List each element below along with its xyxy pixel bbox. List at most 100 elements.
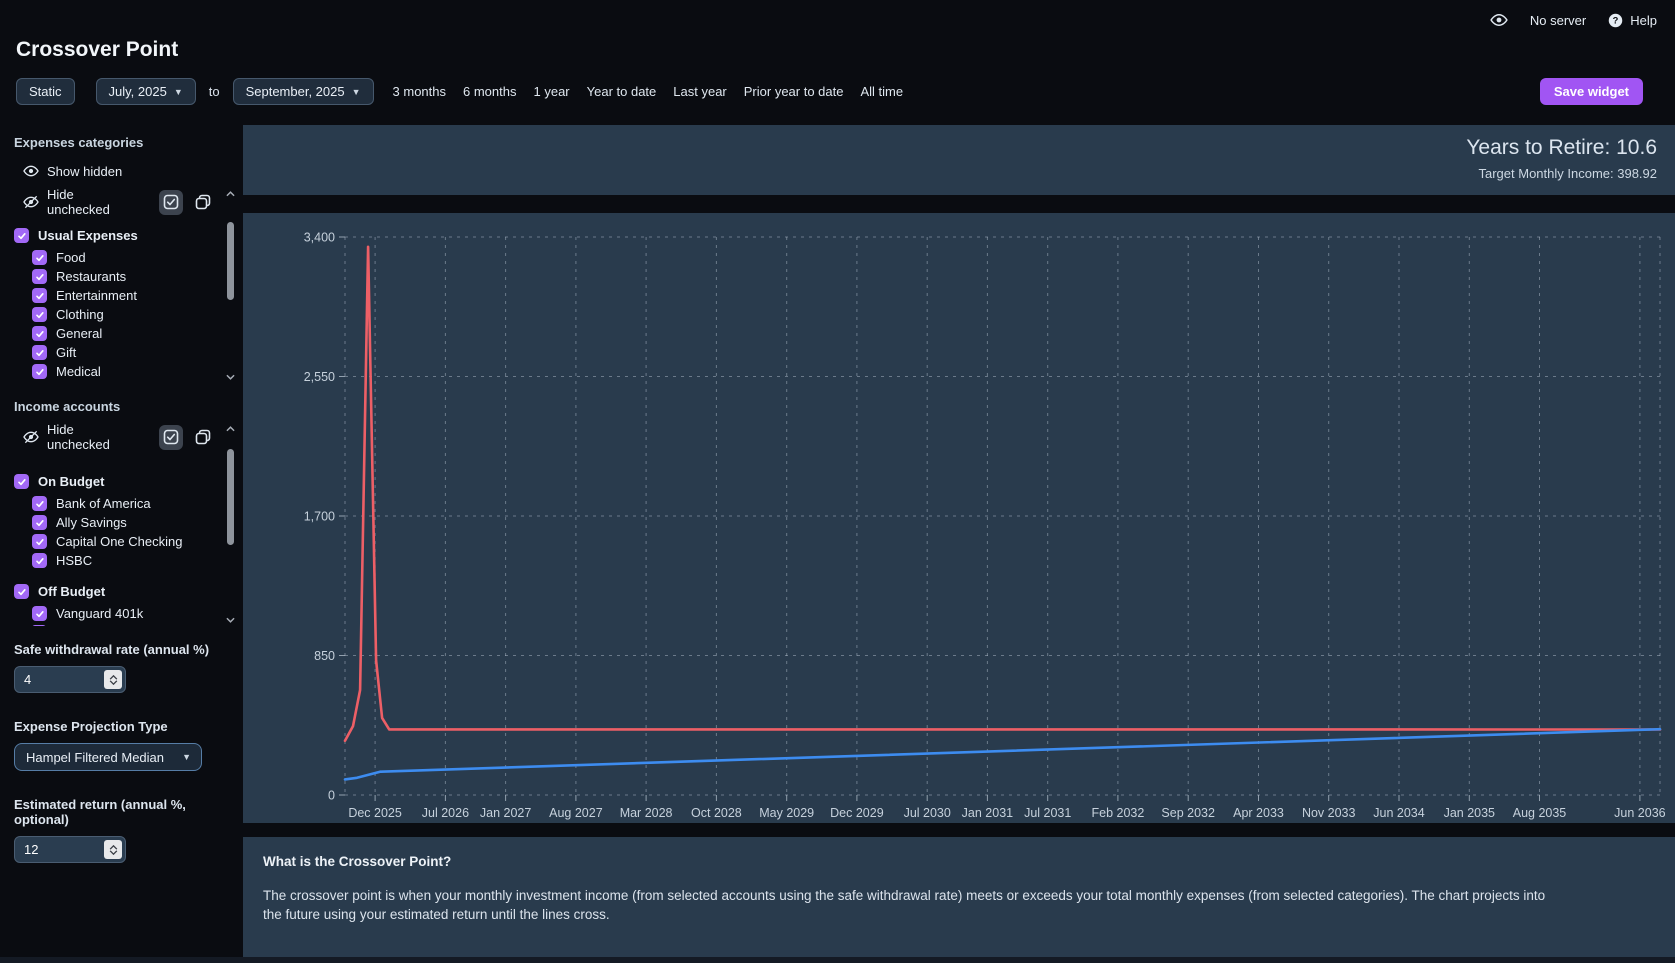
mode-button[interactable]: Static — [16, 78, 75, 105]
from-month-select[interactable]: July, 2025 ▼ — [95, 78, 196, 105]
account-group-on-budget[interactable]: On Budget — [14, 472, 215, 491]
checkbox-checked-icon[interactable] — [14, 228, 29, 243]
scrollbar-track[interactable] — [224, 200, 237, 371]
help-icon: ? — [1608, 13, 1623, 28]
show-hidden-label: Show hidden — [47, 163, 123, 179]
category-label: Food — [56, 250, 86, 265]
range-link-3-months[interactable]: 3 months — [391, 84, 448, 99]
checkbox-checked-icon[interactable] — [32, 534, 47, 549]
checkbox-checked-icon[interactable] — [14, 474, 29, 489]
eye-off-icon — [23, 429, 39, 445]
category-group-usual-expenses[interactable]: Usual Expenses — [14, 226, 215, 245]
mode-label: Static — [29, 84, 62, 99]
chevron-down-icon: ▼ — [351, 86, 361, 97]
checkbox-checked-icon[interactable] — [32, 606, 47, 621]
accounts-scrollbar[interactable] — [224, 423, 237, 626]
income-accounts-list: On Budget Bank of America Ally Savings C… — [14, 458, 215, 626]
to-month-label: September, 2025 — [245, 84, 345, 99]
category-label: Clothing — [56, 307, 104, 322]
scrollbar-thumb[interactable] — [227, 449, 234, 545]
privacy-eye-icon[interactable] — [1490, 11, 1508, 29]
range-link-year-to-date[interactable]: Year to date — [585, 84, 659, 99]
checkbox-checked-icon[interactable] — [32, 307, 47, 322]
category-label: Entertainment — [56, 288, 137, 303]
category-row-medical[interactable]: Medical — [32, 362, 215, 381]
to-month-select[interactable]: September, 2025 ▼ — [232, 78, 374, 105]
x-axis-label: Sep 2032 — [1161, 806, 1215, 820]
checkbox-checked-icon[interactable] — [14, 584, 29, 599]
scroll-down-icon[interactable] — [226, 614, 235, 626]
check-square-icon — [163, 429, 179, 445]
category-label: Restaurants — [56, 269, 127, 284]
projection-type-select[interactable]: Hampel Filtered Median ▼ — [14, 743, 202, 771]
category-row-general[interactable]: General — [32, 324, 215, 343]
account-row-hsbc[interactable]: HSBC — [32, 551, 215, 570]
account-row-capital-one-checking[interactable]: Capital One Checking — [32, 532, 215, 551]
account-row-bank-of-america[interactable]: Bank of America — [32, 494, 215, 513]
checkbox-checked-icon[interactable] — [32, 364, 47, 379]
range-link-6-months[interactable]: 6 months — [461, 84, 518, 99]
eye-off-icon — [23, 194, 39, 210]
expenses-categories-heading: Expenses categories — [14, 135, 144, 150]
checkbox-checked-icon[interactable] — [32, 250, 47, 265]
stacked-squares-icon — [195, 429, 211, 445]
category-label: Medical — [56, 364, 101, 379]
account-label: Bank of America — [56, 496, 151, 511]
checkbox-checked-icon[interactable] — [32, 269, 47, 284]
category-row-savings-partial[interactable]: Savings — [32, 381, 215, 383]
crossover-chart: 0 850 1,700 2,550 3,400 Dec 2025 Jul 2026 Jan 2… — [304, 231, 1666, 821]
hide-unchecked-toggle[interactable]: Hide unchecked — [47, 187, 137, 217]
svg-text:?: ? — [1613, 15, 1619, 25]
scrollbar-thumb[interactable] — [227, 222, 234, 300]
deselect-all-button[interactable] — [191, 190, 215, 215]
range-link-prior-year-to-date[interactable]: Prior year to date — [742, 84, 846, 99]
select-all-button[interactable] — [158, 424, 183, 450]
check-square-icon — [163, 194, 179, 210]
projection-type-label: Expense Projection Type — [14, 719, 168, 734]
checkbox-checked-icon[interactable] — [32, 345, 47, 360]
number-stepper-icon[interactable] — [104, 840, 122, 859]
chevron-down-icon: ▼ — [173, 86, 183, 97]
account-label: Capital One Checking — [56, 534, 183, 549]
x-axis-label: Nov 2033 — [1302, 806, 1356, 820]
checkbox-checked-icon[interactable] — [32, 496, 47, 511]
number-stepper-icon[interactable] — [104, 670, 122, 689]
scroll-up-icon[interactable] — [226, 423, 235, 435]
scrollbar-track[interactable] — [224, 435, 237, 614]
x-axis-label: Mar 2028 — [620, 806, 673, 820]
x-axis-label: Dec 2025 — [348, 806, 402, 820]
category-row-gift[interactable]: Gift — [32, 343, 215, 362]
hide-unchecked-toggle[interactable]: Hide unchecked — [47, 422, 137, 452]
account-row-vanguard-401k[interactable]: Vanguard 401k — [32, 604, 215, 623]
save-widget-button[interactable]: Save widget — [1539, 78, 1643, 105]
select-all-button[interactable] — [158, 189, 183, 215]
range-link-1-year[interactable]: 1 year — [532, 84, 572, 99]
server-status[interactable]: No server — [1530, 13, 1586, 28]
stacked-squares-icon — [195, 194, 211, 210]
show-hidden-toggle[interactable]: Show hidden — [23, 163, 243, 179]
expenses-scrollbar[interactable] — [224, 188, 237, 383]
category-row-entertainment[interactable]: Entertainment — [32, 286, 215, 305]
category-row-clothing[interactable]: Clothing — [32, 305, 215, 324]
category-row-restaurants[interactable]: Restaurants — [32, 267, 215, 286]
checkbox-checked-icon[interactable] — [32, 326, 47, 341]
range-link-last-year[interactable]: Last year — [671, 84, 728, 99]
category-row-food[interactable]: Food — [32, 248, 215, 267]
deselect-all-button[interactable] — [191, 425, 215, 450]
x-axis-label: Dec 2029 — [830, 806, 884, 820]
page-title: Crossover Point — [16, 38, 179, 61]
checkbox-checked-icon[interactable] — [32, 288, 47, 303]
income-accounts-heading: Income accounts — [14, 399, 121, 414]
eye-icon — [23, 163, 39, 179]
scroll-down-icon[interactable] — [226, 371, 235, 383]
checkbox-checked-icon[interactable] — [32, 515, 47, 530]
account-row-ally-savings[interactable]: Ally Savings — [32, 513, 215, 532]
range-link-all-time[interactable]: All time — [858, 84, 905, 99]
account-group-off-budget[interactable]: Off Budget — [14, 582, 215, 601]
expenses-category-list: Usual Expenses Food Restaurants Entertai… — [14, 223, 215, 383]
scroll-up-icon[interactable] — [226, 188, 235, 200]
checkbox-checked-icon[interactable] — [32, 553, 47, 568]
list-item-partial[interactable] — [32, 625, 46, 626]
help-button[interactable]: ? Help — [1608, 13, 1657, 28]
horizontal-scrollbar[interactable] — [0, 957, 1675, 963]
